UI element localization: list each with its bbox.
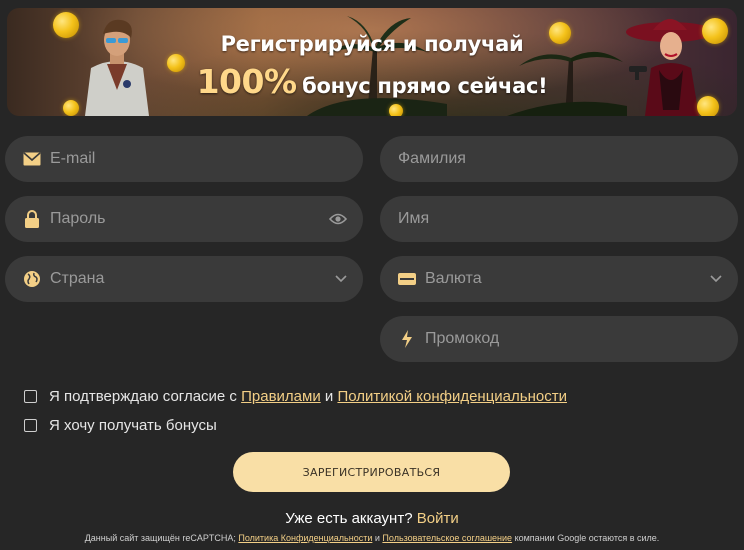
lastname-input[interactable] bbox=[398, 150, 638, 168]
bonus-checkbox[interactable] bbox=[24, 419, 37, 432]
recaptcha-notice: Данный сайт защищён reCAPTCHA; Политика … bbox=[0, 533, 744, 543]
consent-checkbox[interactable] bbox=[24, 390, 37, 403]
chevron-down-icon bbox=[335, 275, 347, 283]
promo-banner: Регистрируйся и получай 100% бонус прямо… bbox=[7, 8, 737, 116]
envelope-icon bbox=[23, 150, 41, 168]
login-prompt: Уже есть аккаунт? Войти bbox=[0, 510, 744, 527]
login-link[interactable]: Войти bbox=[417, 510, 459, 527]
recaptcha-and: и bbox=[374, 533, 380, 543]
promo-field[interactable] bbox=[380, 316, 738, 362]
country-select[interactable]: Страна bbox=[5, 256, 363, 302]
consent-row: Я подтверждаю согласие с Правилами и Пол… bbox=[24, 388, 567, 405]
name-field[interactable] bbox=[380, 196, 738, 242]
currency-select[interactable]: Валюта bbox=[380, 256, 738, 302]
coin-decoration bbox=[63, 100, 79, 116]
currency-label: Валюта bbox=[425, 270, 482, 287]
money-icon bbox=[398, 270, 416, 288]
rules-link[interactable]: Правилами bbox=[241, 388, 321, 405]
banner-title: Регистрируйся и получай bbox=[220, 32, 524, 56]
lock-icon bbox=[23, 210, 41, 228]
email-input[interactable] bbox=[50, 150, 290, 168]
country-label: Страна bbox=[50, 270, 105, 287]
lastname-field[interactable] bbox=[380, 136, 738, 182]
name-input[interactable] bbox=[398, 210, 638, 228]
banner-subtitle: 100% бонус прямо сейчас! bbox=[7, 62, 737, 101]
recaptcha-prefix: Данный сайт защищён reCAPTCHA; bbox=[84, 533, 236, 543]
globe-icon bbox=[23, 270, 41, 288]
banner-subtitle-text: бонус прямо сейчас! bbox=[302, 74, 548, 98]
password-field[interactable] bbox=[5, 196, 363, 242]
lightning-icon bbox=[398, 330, 416, 348]
login-question: Уже есть аккаунт? bbox=[285, 510, 413, 527]
coin-decoration bbox=[389, 104, 403, 116]
privacy-policy-link[interactable]: Политикой конфиденциальности bbox=[337, 388, 567, 405]
google-privacy-link[interactable]: Политика Конфиденциальности bbox=[238, 533, 372, 543]
register-button[interactable]: ЗАРЕГИСТРИРОВАТЬСЯ bbox=[233, 452, 510, 492]
bonus-row: Я хочу получать бонусы bbox=[24, 417, 217, 434]
email-field[interactable] bbox=[5, 136, 363, 182]
bonus-label: Я хочу получать бонусы bbox=[49, 417, 217, 434]
google-terms-link[interactable]: Пользовательское соглашение bbox=[382, 533, 512, 543]
chevron-down-icon bbox=[710, 275, 722, 283]
consent-and: и bbox=[324, 388, 334, 405]
eye-icon[interactable] bbox=[329, 213, 347, 225]
bonus-percent: 100% bbox=[196, 62, 297, 101]
password-input[interactable] bbox=[50, 210, 290, 228]
consent-prefix: Я подтверждаю согласие с bbox=[49, 388, 237, 405]
promo-input[interactable] bbox=[425, 330, 665, 348]
recaptcha-suffix: компании Google остаются в силе. bbox=[514, 533, 660, 543]
